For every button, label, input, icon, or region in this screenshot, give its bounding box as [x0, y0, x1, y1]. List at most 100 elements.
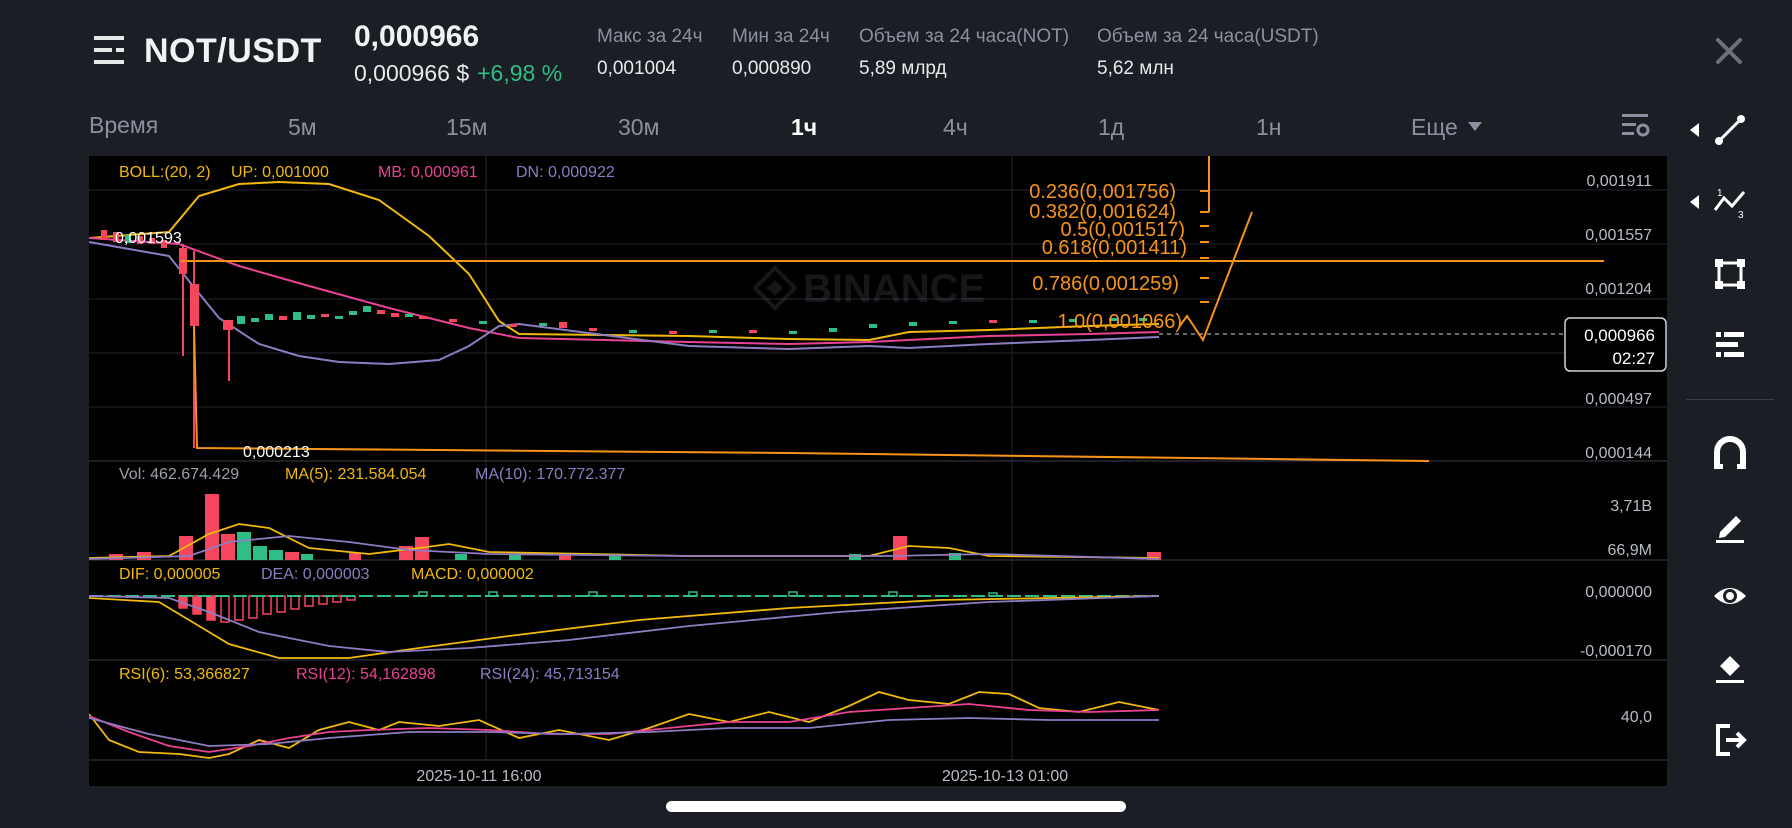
tool-expand-arrow[interactable]	[1690, 195, 1699, 209]
svg-text:0,000144: 0,000144	[1585, 445, 1652, 462]
high-price-label: 0,001593	[115, 230, 182, 247]
low-line	[193, 325, 1430, 462]
svg-text:3,71B: 3,71B	[1610, 498, 1652, 515]
svg-text:MACD: 0,000002: MACD: 0,000002	[411, 566, 534, 583]
eye-icon[interactable]	[1712, 578, 1748, 614]
tab-30m[interactable]: 30м	[618, 114, 659, 141]
chart-canvas[interactable]: BINANCE 0.236(0,001756) 0.382(0,001624) …	[88, 156, 1667, 786]
volume-axis: 3,71B 66,9M	[1608, 498, 1652, 559]
macd-axis: 0,000000 -0,000170	[1580, 584, 1652, 660]
rsi6-line	[88, 691, 1160, 759]
binance-watermark: BINANCE	[752, 265, 985, 311]
svg-text:0,001911: 0,001911	[1586, 173, 1652, 190]
svg-text:-0,000170: -0,000170	[1580, 643, 1652, 660]
svg-text:RSI(24): 45,713154: RSI(24): 45,713154	[480, 666, 620, 683]
time-axis: 2025-10-11 16:00 2025-10-13 01:00	[416, 768, 1068, 785]
svg-text:3: 3	[1738, 210, 1744, 220]
rsi24-line	[88, 717, 1159, 747]
stat-high-24h: Макс за 24ч 0,001004	[597, 26, 703, 80]
tab-1d[interactable]: 1д	[1098, 114, 1124, 141]
indicator-icon[interactable]	[1712, 328, 1748, 364]
fib-path	[1178, 211, 1253, 343]
fib-label: 0.786(0,001259)	[1032, 273, 1179, 295]
svg-text:1: 1	[1717, 188, 1723, 199]
svg-text:Vol: 462.674.429: Vol: 462.674.429	[119, 466, 239, 483]
tab-1h[interactable]: 1ч	[791, 114, 817, 141]
current-price-tag: 0,000966 02:27	[1564, 317, 1667, 372]
svg-text:0,001557: 0,001557	[1585, 227, 1652, 244]
stat-low-24h: Мин за 24ч 0,000890	[732, 26, 830, 80]
chart-area[interactable]: BINANCE 0.236(0,001756) 0.382(0,001624) …	[88, 156, 1667, 786]
svg-text:66,9M: 66,9M	[1608, 542, 1652, 559]
svg-text:0,000000: 0,000000	[1585, 584, 1652, 601]
magnet-icon[interactable]	[1712, 436, 1748, 472]
boll-legend: BOLL:(20, 2) UP: 0,001000 MB: 0,000961 D…	[119, 164, 615, 181]
tab-more[interactable]: Еще	[1411, 114, 1482, 141]
fib-ticks	[1200, 156, 1210, 303]
last-price: 0,000966	[354, 20, 480, 53]
stat-label: Мин за 24ч	[732, 26, 830, 47]
stat-label: Объем за 24 часа(USDT)	[1097, 26, 1319, 47]
volume-legend: Vol: 462.674.429 MA(5): 231.584.054 MA(1…	[119, 466, 625, 483]
eraser-icon[interactable]	[1712, 650, 1748, 686]
fib-label: 0.618(0,001411)	[1042, 237, 1187, 259]
svg-text:BOLL:(20, 2): BOLL:(20, 2)	[119, 164, 211, 181]
tab-5m[interactable]: 5м	[288, 114, 317, 141]
price-usd: 0,000966 $	[354, 60, 470, 86]
pair-title[interactable]: NOT/USDT	[144, 32, 322, 71]
home-indicator[interactable]	[666, 801, 1126, 812]
rectangle-icon[interactable]	[1712, 256, 1748, 292]
price-change: +6,98 %	[477, 60, 563, 86]
candles	[101, 230, 1147, 448]
stat-volume-not: Объем за 24 часа(NOT) 5,89 млрд	[859, 26, 1069, 80]
fib-labels: 0.236(0,001756) 0.382(0,001624) 0.5(0,00…	[1029, 181, 1187, 333]
rsi-legend: RSI(6): 53,366827 RSI(12): 54,162898 RSI…	[119, 666, 620, 683]
tab-time[interactable]: Время	[89, 112, 158, 139]
svg-text:DIF: 0,000005: DIF: 0,000005	[119, 566, 221, 583]
svg-text:UP: 0,001000: UP: 0,001000	[231, 164, 329, 181]
stat-value: 0,001004	[597, 58, 677, 79]
tab-4h[interactable]: 4ч	[943, 114, 968, 141]
svg-text:2025-10-11 16:00: 2025-10-11 16:00	[416, 768, 541, 785]
boll-middle-line	[88, 237, 1160, 346]
svg-text:BINANCE: BINANCE	[803, 267, 985, 311]
stat-value: 5,62 млн	[1097, 58, 1174, 79]
menu-icon[interactable]	[94, 34, 128, 68]
svg-text:MA(5): 231.584.054: MA(5): 231.584.054	[285, 466, 427, 483]
exit-icon[interactable]	[1712, 722, 1748, 758]
svg-text:MA(10): 170.772.377: MA(10): 170.772.377	[475, 466, 625, 483]
tab-15m[interactable]: 15м	[446, 114, 487, 141]
tool-expand-arrow[interactable]	[1690, 123, 1699, 137]
close-icon[interactable]	[1712, 34, 1746, 68]
stat-label: Макс за 24ч	[597, 26, 703, 47]
svg-text:DN: 0,000922: DN: 0,000922	[516, 164, 615, 181]
svg-text:RSI(6): 53,366827: RSI(6): 53,366827	[119, 666, 250, 683]
svg-text:2025-10-13 01:00: 2025-10-13 01:00	[942, 768, 1068, 785]
svg-text:0,001204: 0,001204	[1585, 281, 1652, 298]
price-usd-row: 0,000966 $ +6,98 %	[354, 60, 562, 87]
stat-volume-usdt: Объем за 24 часа(USDT) 5,62 млн	[1097, 26, 1319, 80]
caret-down-icon	[1467, 122, 1482, 131]
low-price-label: 0,000213	[243, 444, 310, 461]
svg-text:40,0: 40,0	[1621, 709, 1652, 726]
chart-settings-icon[interactable]	[1620, 112, 1650, 140]
svg-text:02:27: 02:27	[1612, 349, 1655, 368]
rsi-axis: 40,0	[1621, 709, 1652, 726]
pencil-icon[interactable]	[1712, 508, 1748, 544]
stat-value: 0,000890	[732, 58, 812, 79]
stat-value: 5,89 млрд	[859, 58, 947, 79]
tab-more-label: Еще	[1411, 114, 1458, 140]
stat-label: Объем за 24 часа(NOT)	[859, 26, 1070, 47]
svg-text:0,000966: 0,000966	[1584, 326, 1655, 345]
toolbar-divider	[1686, 399, 1774, 400]
fib-icon[interactable]: 1 3	[1712, 184, 1748, 220]
fib-label: 0.236(0,001756)	[1029, 181, 1176, 203]
svg-text:DEA: 0,000003: DEA: 0,000003	[261, 566, 370, 583]
macd-legend: DIF: 0,000005 DEA: 0,000003 MACD: 0,0000…	[119, 566, 534, 583]
fib-label: 1.0(0,001066)	[1057, 311, 1182, 333]
pane-dividers	[89, 460, 1667, 761]
svg-text:RSI(12): 54,162898: RSI(12): 54,162898	[296, 666, 436, 683]
trend-line-icon[interactable]	[1712, 112, 1748, 148]
svg-text:0,000497: 0,000497	[1585, 391, 1652, 408]
tab-1w[interactable]: 1н	[1256, 114, 1282, 141]
